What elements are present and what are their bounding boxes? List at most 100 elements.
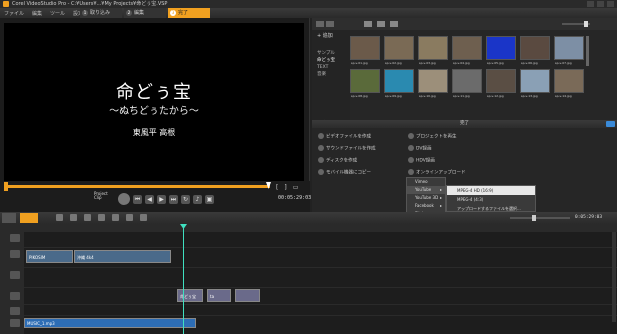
menu-tools[interactable]: ツール	[50, 10, 65, 17]
menu-item-mpeg4-hd[interactable]: MPEG-4 HD (16:9)	[447, 186, 535, 195]
video-track-icon[interactable]	[10, 234, 20, 242]
music-track-icon[interactable]	[10, 319, 20, 327]
folder-item-selected[interactable]: 命どぅ宝	[317, 57, 335, 64]
menu-file[interactable]: ファイル	[4, 10, 24, 17]
menu-item-facebook[interactable]: Facebook ▸	[407, 202, 445, 210]
media-thumbnail[interactable]: sp-v-07.jpg	[554, 36, 584, 65]
filter-photo-icon[interactable]	[377, 21, 385, 27]
menu-item-mpeg4-sd[interactable]: MPEG-4 (4:3)	[447, 195, 535, 204]
library-view-icon[interactable]	[316, 21, 324, 27]
media-thumbnail[interactable]: sp-v-14.jpg	[554, 69, 584, 98]
menu-item-youtube[interactable]: YouTube ▸	[407, 186, 445, 194]
upload-icon	[408, 169, 414, 175]
export-to-mobile-button[interactable]: モバイル機器にコピー	[318, 169, 371, 176]
media-thumbnail[interactable]: sp-v-05.jpg	[486, 36, 516, 65]
library-list-icon[interactable]	[326, 21, 334, 27]
end-icon[interactable]: ⏭	[169, 194, 178, 204]
folder-item[interactable]: 音楽	[317, 71, 335, 78]
video-clip[interactable]: 沖縄 4k4	[74, 250, 171, 263]
video-clip[interactable]: PIKOSIM	[26, 250, 73, 263]
timeline-view-button[interactable]	[20, 213, 38, 223]
create-sound-file-button[interactable]: サウンドファイルを作成	[318, 145, 376, 152]
repeat-icon[interactable]: ↻	[181, 194, 190, 204]
media-thumbnail[interactable]: sp-v-01.jpg	[350, 36, 380, 65]
motion-tracking-icon[interactable]	[126, 214, 133, 221]
media-thumbnail[interactable]: sp-v-11.jpg	[452, 69, 482, 98]
previous-frame-icon[interactable]: ◀	[145, 194, 154, 204]
play-mode-labels[interactable]: Project Clip	[94, 192, 108, 200]
storyboard-view-button[interactable]	[2, 213, 16, 223]
subtitle-editor-icon[interactable]	[140, 214, 147, 221]
media-thumbnail[interactable]: sp-v-08.jpg	[350, 69, 380, 98]
filter-video-icon[interactable]	[364, 21, 372, 27]
play-button[interactable]	[118, 193, 130, 205]
upload-online-button[interactable]: オンラインアップロード	[408, 169, 466, 176]
record-capture-icon[interactable]	[84, 214, 91, 221]
media-thumbnail[interactable]: sp-v-12.jpg	[486, 69, 516, 98]
redo-icon[interactable]	[70, 214, 77, 221]
project-playback-button[interactable]: プロジェクトを再生	[408, 133, 457, 140]
create-video-file-button[interactable]: ビデオファイルを作成	[318, 133, 371, 140]
overlay-track-2-icon[interactable]	[10, 271, 20, 279]
tab-edit[interactable]: 2 編集	[124, 8, 166, 18]
mode-clip-label[interactable]: Clip	[94, 196, 108, 200]
media-thumbnail[interactable]: sp-v-09.jpg	[384, 69, 414, 98]
mark-in-button[interactable]: [	[276, 184, 278, 191]
undo-icon[interactable]	[56, 214, 63, 221]
media-thumbnail[interactable]: sp-v-13.jpg	[520, 69, 550, 98]
close-button[interactable]	[607, 1, 614, 7]
hdv-recording-button[interactable]: HDV録画	[408, 157, 435, 164]
share-item-label: ディスクを作成	[326, 158, 358, 164]
preview-window[interactable]: 命どぅ宝 ～ぬちどぅたから～ 東風平 高根	[4, 23, 304, 203]
timeline-playhead[interactable]	[183, 224, 184, 334]
trim-handle-start[interactable]	[4, 182, 8, 191]
mark-out-button[interactable]: ]	[284, 184, 286, 191]
folder-item[interactable]: サンプル	[317, 50, 335, 57]
filter-audio-icon[interactable]	[390, 21, 398, 27]
expand-toggle-button[interactable]	[606, 121, 615, 127]
media-thumbnail[interactable]: sp-v-10.jpg	[418, 69, 448, 98]
title-clip[interactable]: ta	[207, 289, 231, 302]
sound-mixer-icon[interactable]	[98, 214, 105, 221]
menu-item-vimeo[interactable]: Vimeo	[407, 178, 445, 186]
timeline-scrollbar[interactable]	[612, 232, 616, 322]
thumbnail-caption: sp-v-02.jpg	[385, 61, 402, 65]
tab-capture[interactable]: 1 取り込み	[80, 8, 122, 18]
menu-item-label: YouTube 3D	[415, 195, 439, 200]
create-disc-button[interactable]: ディスクを作成	[318, 157, 357, 164]
dv-recording-button[interactable]: DV録画	[408, 145, 431, 152]
auto-music-icon[interactable]	[112, 214, 119, 221]
minimize-button[interactable]	[587, 1, 594, 7]
music-clip[interactable]: MUSIC_1.mp3	[24, 318, 196, 328]
next-frame-icon[interactable]: ▶	[157, 194, 166, 204]
voice-track-icon[interactable]	[10, 307, 20, 315]
library-scrollbar[interactable]	[586, 36, 589, 66]
maximize-button[interactable]	[597, 1, 604, 7]
scrubber-track[interactable]	[6, 185, 270, 188]
track-divider	[24, 267, 617, 268]
library-panel: + 追加 サンプル 命どぅ宝 TEXT 音楽 ▣ 参照 sp-v-01.jpg s…	[312, 18, 617, 212]
menu-item-label: Facebook	[415, 203, 434, 208]
folder-item[interactable]: TEXT	[317, 64, 335, 71]
title-track-icon[interactable]	[10, 292, 20, 300]
title-clip[interactable]: 命どぅ宝	[177, 289, 203, 302]
media-thumbnail[interactable]: sp-v-02.jpg	[384, 36, 414, 65]
tab-share[interactable]: 3 完了	[168, 8, 210, 18]
home-icon[interactable]: ⏮	[133, 194, 142, 204]
menu-edit[interactable]: 編集	[32, 10, 42, 17]
media-thumbnail[interactable]: sp-v-06.jpg	[520, 36, 550, 65]
thumbnail-size-slider[interactable]	[562, 21, 590, 27]
player-timecode[interactable]: 00:05:29:03	[278, 195, 311, 201]
split-clip-button[interactable]: ▭	[293, 184, 299, 191]
overlay-track-icon[interactable]	[10, 250, 20, 258]
hd-preview-icon[interactable]: ▣	[205, 194, 214, 204]
title-clip[interactable]	[235, 289, 260, 302]
media-thumbnail[interactable]: sp-v-04.jpg	[452, 36, 482, 65]
timeline-ruler[interactable]	[24, 224, 617, 232]
media-thumbnail[interactable]: sp-v-03.jpg	[418, 36, 448, 65]
thumbnail-caption: sp-v-07.jpg	[555, 61, 572, 65]
volume-icon[interactable]: ♪	[193, 194, 202, 204]
add-folder-button[interactable]: + 追加	[317, 32, 333, 39]
menu-item-youtube-3d[interactable]: YouTube 3D ▸	[407, 194, 445, 202]
timeline-zoom-slider[interactable]	[510, 215, 570, 221]
